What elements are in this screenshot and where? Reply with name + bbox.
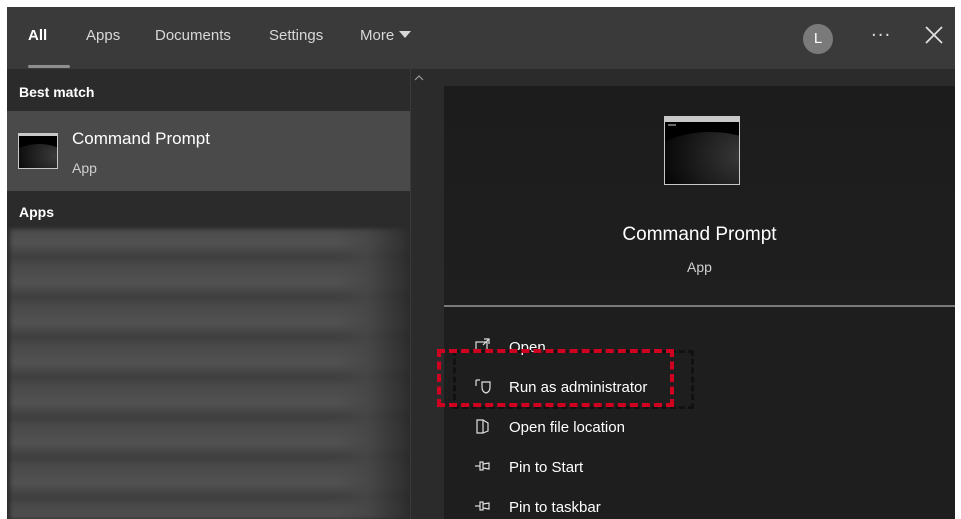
chevron-down-icon (399, 31, 412, 38)
search-tabs-bar: All Apps Documents Settings More L ··· (7, 7, 955, 69)
detail-title: Command Prompt (622, 224, 777, 245)
scroll-up-icon[interactable] (412, 71, 426, 85)
action-pin-to-start[interactable]: Pin to Start (444, 449, 955, 485)
blurred-app-list (10, 229, 407, 519)
detail-panel: Command Prompt App Open Run as administr… (444, 86, 955, 519)
action-pin-to-taskbar[interactable]: Pin to taskbar (444, 489, 955, 519)
tab-documents[interactable]: Documents (155, 27, 231, 44)
action-open-file-location-label: Open file location (509, 419, 625, 436)
avatar[interactable]: L (803, 24, 833, 54)
search-window: All Apps Documents Settings More L ··· B… (7, 7, 955, 519)
best-match-heading: Best match (19, 84, 95, 100)
tab-settings[interactable]: Settings (269, 27, 323, 44)
command-prompt-icon (18, 133, 58, 169)
tab-apps[interactable]: Apps (86, 27, 120, 44)
best-match-title: Command Prompt (72, 129, 210, 148)
action-pin-to-start-label: Pin to Start (509, 459, 584, 476)
active-tab-indicator (28, 65, 70, 68)
apps-heading: Apps (19, 204, 54, 220)
pin-icon (475, 461, 490, 471)
action-open-file-location[interactable]: Open file location (444, 409, 955, 445)
results-panel: Best match Command Prompt App Apps (7, 69, 410, 519)
pin-icon (475, 501, 490, 511)
divider (444, 305, 955, 307)
command-prompt-large-icon (664, 116, 740, 185)
tab-all[interactable]: All (28, 27, 47, 44)
action-pin-to-taskbar-label: Pin to taskbar (509, 499, 601, 516)
detail-header: Command Prompt App (444, 86, 955, 306)
best-match-item[interactable]: Command Prompt App (7, 111, 410, 191)
close-icon[interactable] (923, 24, 945, 46)
scrollbar[interactable] (410, 69, 429, 519)
annotation-highlight-box (437, 349, 674, 407)
tab-more-label: More (360, 27, 395, 44)
folder-icon (476, 419, 489, 434)
best-match-subtitle: App (72, 160, 97, 176)
tab-more[interactable]: More (360, 27, 412, 44)
detail-subtitle: App (687, 259, 712, 275)
more-options-icon[interactable]: ··· (871, 25, 891, 46)
